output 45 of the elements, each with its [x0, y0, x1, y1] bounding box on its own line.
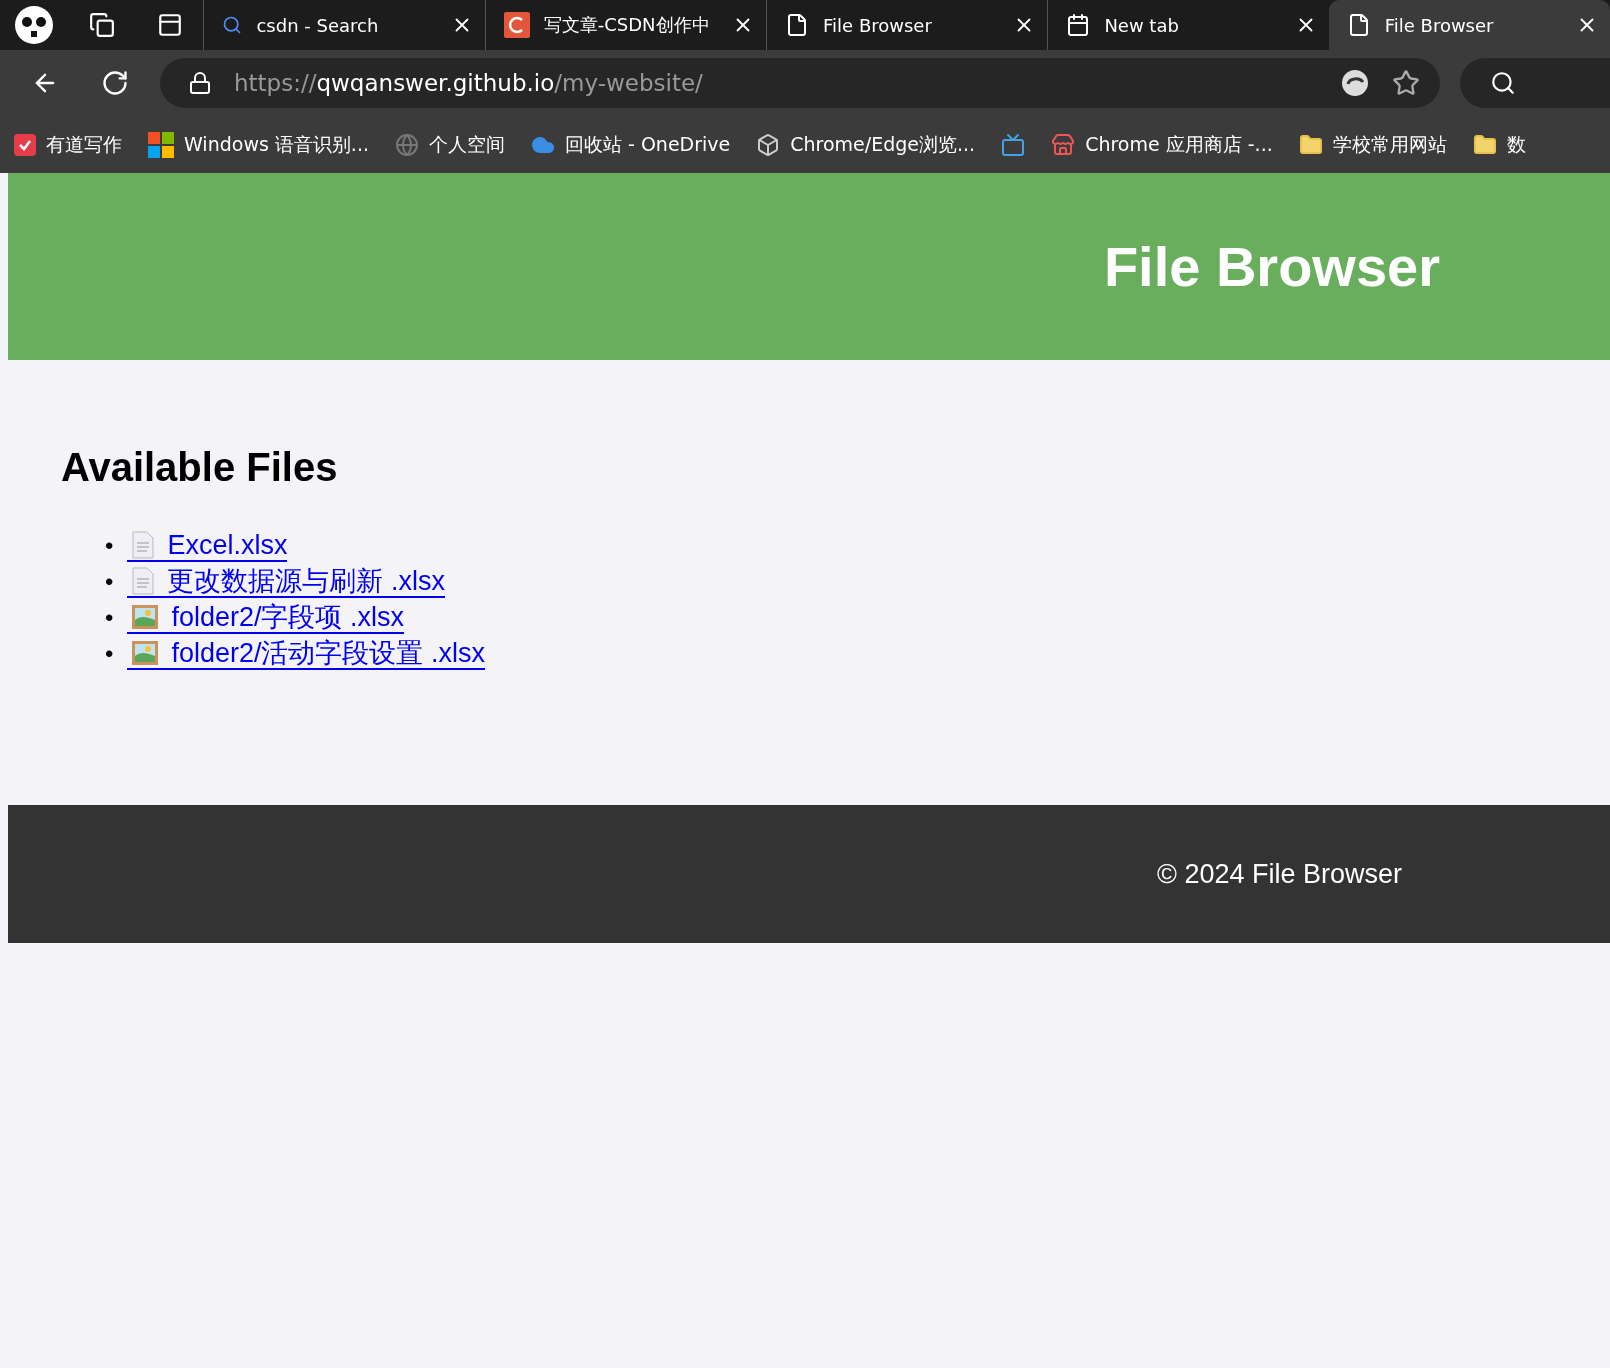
search-icon [1490, 70, 1516, 96]
favorite-star-icon[interactable] [1392, 69, 1420, 97]
list-bullet: • [105, 603, 114, 633]
c-logo-icon [503, 12, 530, 38]
list-bullet: • [105, 531, 114, 561]
search-icon [222, 15, 243, 35]
windows-logo-icon [148, 131, 174, 158]
new-tab-icon [1066, 13, 1091, 37]
document-icon [131, 567, 156, 595]
folder-icon [1472, 132, 1497, 157]
list-bullet: • [105, 639, 114, 669]
bookmark-item[interactable]: Windows 语音识别... [148, 131, 369, 158]
picture-icon [131, 604, 160, 630]
file-link[interactable]: folder2/字段项 .xlsx [127, 602, 404, 634]
page-title: File Browser [1103, 234, 1440, 299]
tab-actions-icon[interactable] [156, 12, 183, 38]
section-heading: Available Files [61, 445, 339, 490]
address-bar[interactable]: https://qwqanswer.github.io/my-website/ [160, 58, 1440, 108]
lock-icon [188, 71, 212, 95]
tv-icon [1001, 132, 1026, 157]
list-bullet: • [105, 567, 114, 597]
bookmark-item[interactable]: 个人空间 [395, 131, 505, 158]
file-link[interactable]: 更改数据源与刷新 .xlsx [127, 566, 445, 598]
reload-icon [101, 69, 129, 97]
bookmark-item[interactable]: Chrome/Edge浏览... [756, 131, 976, 158]
browser-tab[interactable]: File Browser [1328, 0, 1610, 50]
bookmark-item[interactable]: 回收站 - OneDrive [531, 131, 731, 158]
collections-icon[interactable] [88, 12, 115, 38]
file-link[interactable]: folder2/活动字段设置 .xlsx [127, 638, 485, 670]
bookmark-item[interactable]: Chrome 应用商店 -... [1051, 131, 1273, 158]
globe-icon [395, 132, 419, 157]
store-icon [1051, 132, 1076, 157]
folder-icon [1298, 132, 1323, 157]
bookmark-item[interactable]: 数 [1472, 131, 1526, 158]
copyright-text: © 2024 File Browser [1157, 858, 1402, 890]
file-link[interactable]: Excel.xlsx [127, 530, 288, 562]
bookmark-item[interactable]: 学校常用网站 [1298, 131, 1447, 158]
document-icon [131, 531, 156, 559]
note-app-icon [14, 133, 36, 156]
cube-icon [756, 132, 781, 157]
bookmark-item[interactable] [1001, 132, 1026, 157]
picture-icon [131, 640, 160, 666]
browser-logo-icon[interactable] [1340, 68, 1370, 98]
search-button[interactable] [1460, 58, 1610, 108]
bookmark-item[interactable]: 有道写作 [14, 131, 122, 158]
